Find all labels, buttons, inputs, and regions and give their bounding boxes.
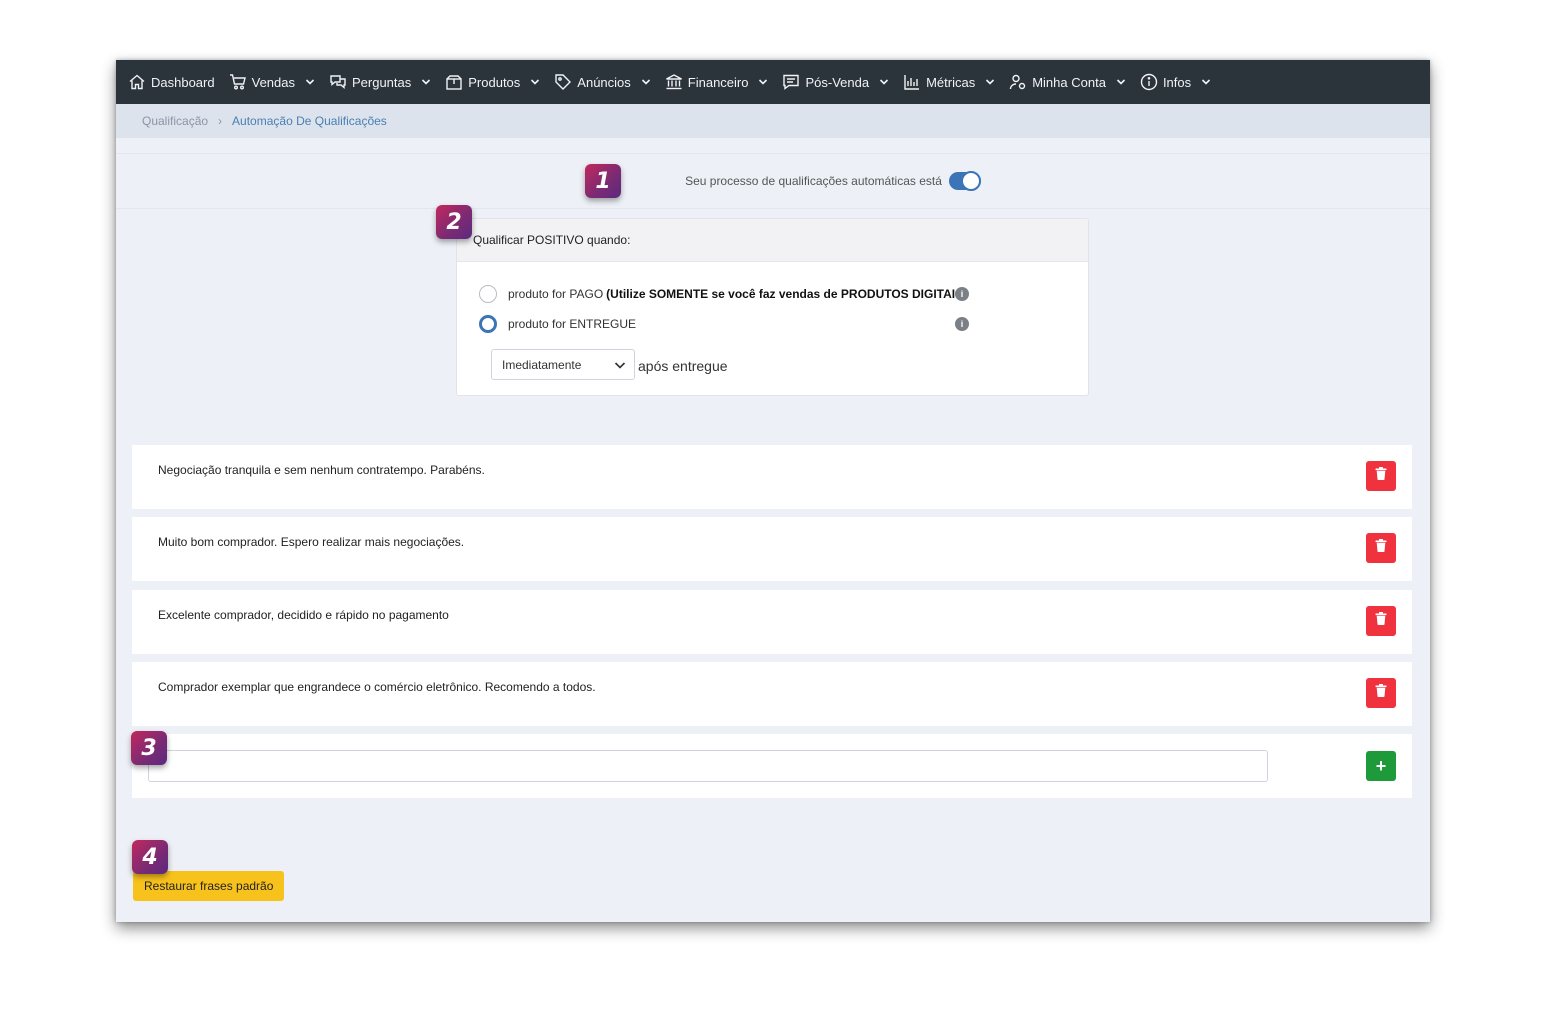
box-icon <box>445 73 463 91</box>
bar-chart-icon <box>903 73 921 91</box>
message-icon <box>782 73 800 91</box>
breadcrumb: Qualificação › Automação De Qualificaçõe… <box>116 104 1430 138</box>
chevron-down-icon <box>879 77 889 87</box>
chevron-down-icon <box>305 77 315 87</box>
chevron-down-icon <box>421 77 431 87</box>
nav-label: Financeiro <box>687 74 749 90</box>
nav-label: Anúncios <box>577 74 631 90</box>
nav-label: Minha Conta <box>1032 74 1106 90</box>
delete-phrase-button[interactable] <box>1366 461 1396 491</box>
phrase-text: Negociação tranquila e sem nenhum contra… <box>158 463 485 477</box>
toggle-knob <box>960 171 981 191</box>
phrase-item: Negociação tranquila e sem nenhum contra… <box>132 445 1412 509</box>
nav-metricas[interactable]: Métricas <box>903 73 995 91</box>
chevron-down-icon <box>1116 77 1126 87</box>
delay-select-value: Imediatamente <box>502 357 582 372</box>
step-badge-4: 4 <box>132 840 168 874</box>
phrase-item: Excelente comprador, decidido e rápido n… <box>132 590 1412 654</box>
phrase-item: Muito bom comprador. Espero realizar mai… <box>132 517 1412 581</box>
step-badge-3: 3 <box>131 731 167 765</box>
radio-paid[interactable] <box>479 285 497 303</box>
home-icon <box>128 73 146 91</box>
top-navbar: Dashboard Vendas Perguntas Produtos Anún… <box>116 60 1430 104</box>
breadcrumb-root-link[interactable]: Qualificação <box>142 114 208 128</box>
nav-financeiro[interactable]: Financeiro <box>665 73 769 91</box>
new-phrase-input[interactable] <box>148 750 1268 782</box>
trash-icon <box>1375 684 1387 702</box>
step-badge-2: 2 <box>436 205 472 239</box>
auto-qualification-label: Seu processo de qualificações automática… <box>685 174 942 188</box>
nav-label: Perguntas <box>351 74 412 90</box>
auto-qualification-toggle[interactable] <box>948 171 981 191</box>
chevron-down-icon <box>758 77 768 87</box>
nav-infos[interactable]: Infos <box>1140 73 1211 91</box>
delay-select[interactable]: Imediatamente <box>491 349 635 380</box>
nav-vendas[interactable]: Vendas <box>229 73 315 91</box>
phrase-text: Excelente comprador, decidido e rápido n… <box>158 608 449 622</box>
bank-icon <box>665 73 683 91</box>
delete-phrase-button[interactable] <box>1366 533 1396 563</box>
nav-label: Dashboard <box>151 74 215 90</box>
trash-icon <box>1375 539 1387 557</box>
tag-icon <box>554 73 572 91</box>
restore-default-phrases-button[interactable]: Restaurar frases padrão <box>133 871 285 901</box>
phrase-text: Muito bom comprador. Espero realizar mai… <box>158 535 465 549</box>
option-paid[interactable]: produto for PAGO (Utilize SOMENTE se voc… <box>479 285 967 303</box>
add-phrase-row: + <box>132 734 1412 798</box>
nav-produtos[interactable]: Produtos <box>445 73 540 91</box>
nav-label: Produtos <box>468 74 521 90</box>
trash-icon <box>1375 612 1387 630</box>
app-window: Dashboard Vendas Perguntas Produtos Anún… <box>116 60 1430 922</box>
user-settings-icon <box>1009 73 1027 91</box>
info-icon[interactable]: i <box>955 317 969 331</box>
breadcrumb-separator: › <box>218 114 223 128</box>
step-badge-1: 1 <box>585 164 621 198</box>
option-delivered[interactable]: produto for ENTREGUE <box>479 315 636 333</box>
chat-icon <box>329 73 347 91</box>
delete-phrase-button[interactable] <box>1366 678 1396 708</box>
chevron-down-icon <box>1201 77 1211 87</box>
trash-icon <box>1375 467 1387 485</box>
info-icon <box>1140 73 1158 91</box>
phrase-item: Comprador exemplar que engrandece o comé… <box>132 662 1412 726</box>
nav-dashboard[interactable]: Dashboard <box>128 73 215 91</box>
phrase-text: Comprador exemplar que engrandece o comé… <box>158 680 596 694</box>
breadcrumb-current: Automação De Qualificações <box>232 114 387 128</box>
cart-icon <box>229 73 247 91</box>
nav-anuncios[interactable]: Anúncios <box>554 73 650 91</box>
delete-phrase-button[interactable] <box>1366 606 1396 636</box>
nav-perguntas[interactable]: Perguntas <box>329 73 431 91</box>
nav-label: Pós-Venda <box>805 74 870 90</box>
chevron-down-icon <box>641 77 651 87</box>
chevron-down-icon <box>985 77 995 87</box>
nav-label: Métricas <box>926 74 976 90</box>
auto-qualification-row: Seu processo de qualificações automática… <box>116 153 1430 209</box>
option-paid-label: produto for PAGO <box>508 287 604 301</box>
option-paid-note: (Utilize SOMENTE se você faz vendas de P… <box>606 287 968 301</box>
qualify-card-header: Qualificar POSITIVO quando: <box>457 219 1088 262</box>
option-delivered-label: produto for ENTREGUE <box>508 317 637 331</box>
nav-label: Infos <box>1162 74 1192 90</box>
nav-pos-venda[interactable]: Pós-Venda <box>782 73 889 91</box>
nav-label: Vendas <box>251 74 295 90</box>
qualify-positive-card: Qualificar POSITIVO quando: produto for … <box>456 218 1089 396</box>
after-delivered-text: após entregue <box>638 358 728 374</box>
chevron-down-icon <box>530 77 540 87</box>
info-icon[interactable]: i <box>955 287 969 301</box>
radio-delivered[interactable] <box>479 315 497 333</box>
add-phrase-button[interactable]: + <box>1366 751 1396 781</box>
chevron-down-icon <box>614 359 626 371</box>
nav-minha-conta[interactable]: Minha Conta <box>1009 73 1126 91</box>
